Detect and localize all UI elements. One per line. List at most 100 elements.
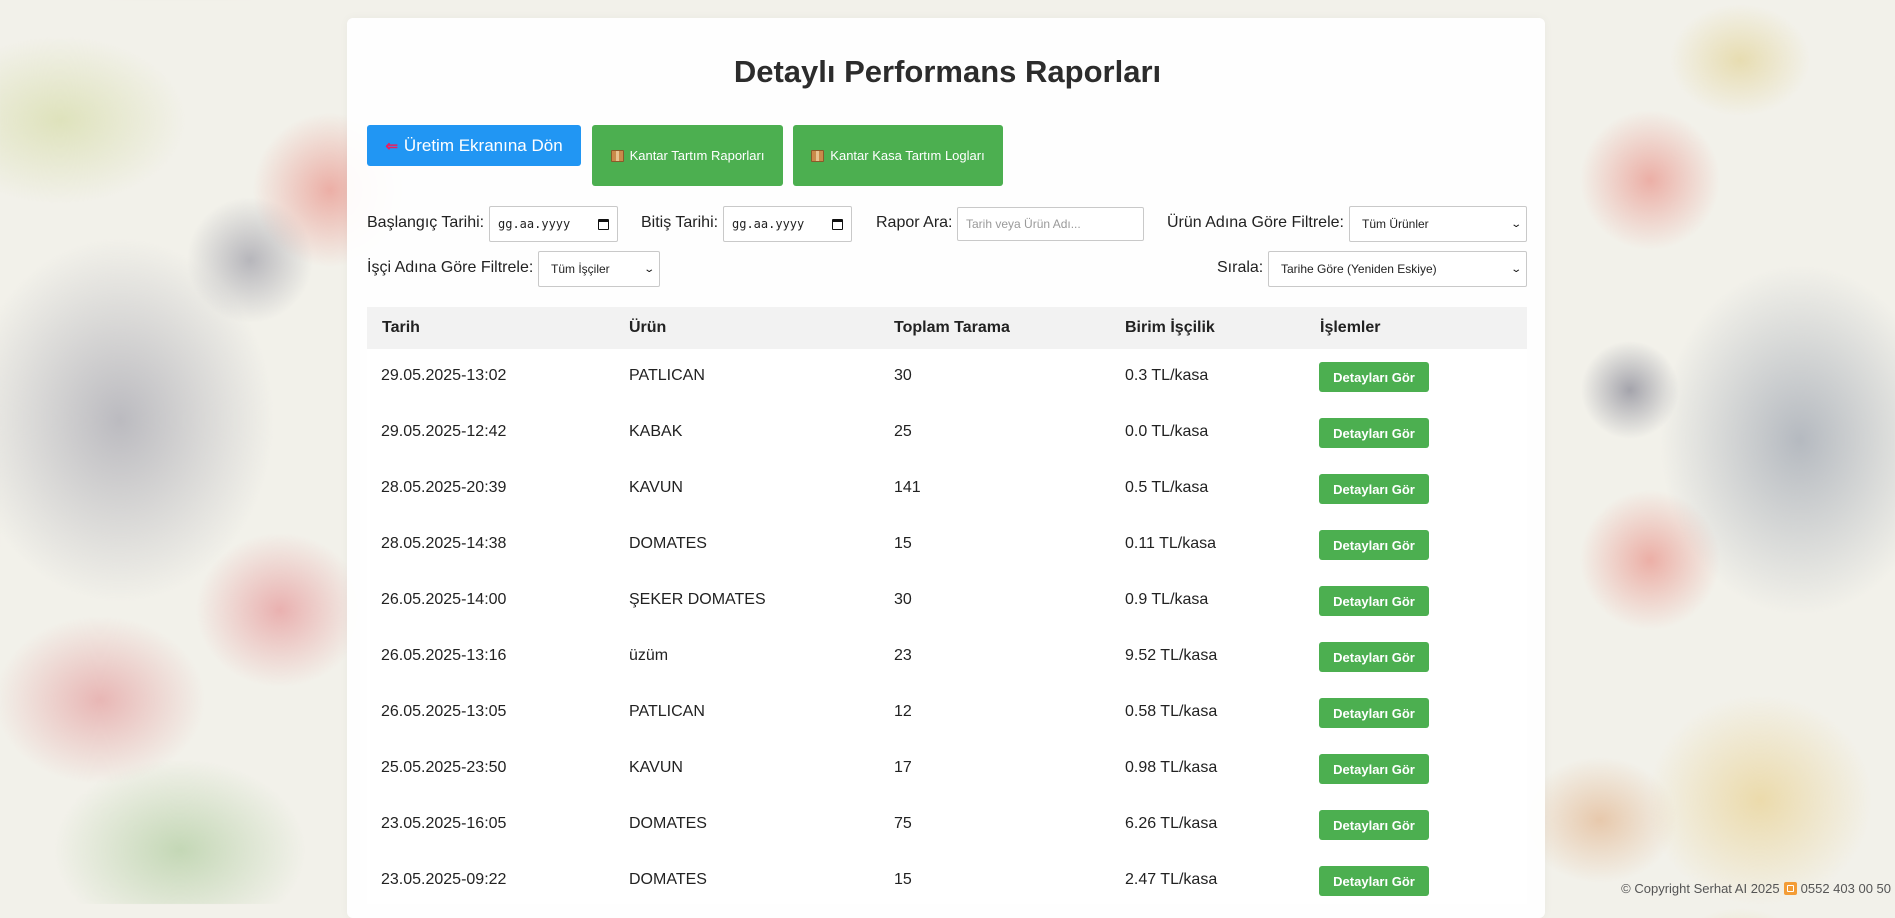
cell-date: 25.05.2025-23:50 xyxy=(381,759,507,776)
view-details-button[interactable]: Detayları Gör xyxy=(1319,642,1429,672)
view-details-button[interactable]: Detayları Gör xyxy=(1319,530,1429,560)
cell-labor: 0.5 TL/kasa xyxy=(1125,479,1209,496)
end-date-label: Bitiş Tarihi: xyxy=(641,214,719,231)
cell-labor: 2.47 TL/kasa xyxy=(1125,871,1218,888)
cell-product: KAVUN xyxy=(629,479,683,496)
table-row: 28.05.2025-20:39 KAVUN 141 0.5 TL/kasa D… xyxy=(367,461,1527,518)
cell-scans: 23 xyxy=(894,647,912,664)
arrow-left-icon: ⇐ xyxy=(385,137,398,155)
header-product: Ürün xyxy=(629,319,667,336)
cell-labor: 0.9 TL/kasa xyxy=(1125,591,1209,608)
back-to-production-label: Üretim Ekranına Dön xyxy=(403,135,563,155)
table-row: 26.05.2025-13:16 üzüm 23 9.52 TL/kasa De… xyxy=(367,629,1527,686)
cell-date: 23.05.2025-09:22 xyxy=(381,871,507,888)
cell-product: KABAK xyxy=(629,423,683,440)
crate-logs-button[interactable]: Kantar Kasa Tartım Logları xyxy=(793,125,1003,186)
cell-product: PATLICAN xyxy=(629,703,705,720)
cell-date: 26.05.2025-14:00 xyxy=(381,591,507,608)
table-row: 26.05.2025-14:00 ŞEKER DOMATES 30 0.9 TL… xyxy=(367,573,1527,630)
calendar-icon[interactable] xyxy=(598,218,609,230)
header-actions: İşlemler xyxy=(1320,319,1381,336)
header-total-scans: Toplam Tarama xyxy=(894,319,1010,336)
start-date-placeholder: gg.aa.yyyy xyxy=(498,217,571,231)
package-icon xyxy=(610,149,624,162)
view-details-button[interactable]: Detayları Gör xyxy=(1319,474,1429,504)
cell-product: ŞEKER DOMATES xyxy=(629,591,766,608)
cell-labor: 9.52 TL/kasa xyxy=(1125,647,1218,664)
cell-date: 29.05.2025-12:42 xyxy=(381,423,507,440)
table-header: Tarih Ürün Toplam Tarama Birim İşçilik İ… xyxy=(367,307,1527,350)
cell-labor: 0.11 TL/kasa xyxy=(1125,535,1217,552)
search-input[interactable]: Tarih veya Ürün Adı... xyxy=(957,207,1144,241)
worker-filter-label: İşçi Adına Göre Filtrele: xyxy=(367,259,534,276)
chevron-down-icon: ⌄ xyxy=(1509,263,1522,275)
scale-reports-label: Kantar Tartım Raporları xyxy=(629,148,765,163)
cell-product: KAVUN xyxy=(629,759,683,776)
product-filter-select[interactable]: Tüm Ürünler ⌄ xyxy=(1349,206,1527,242)
chevron-down-icon: ⌄ xyxy=(1509,218,1522,230)
table-row: 28.05.2025-14:38 DOMATES 15 0.11 TL/kasa… xyxy=(367,517,1527,574)
footer: © Copyright Serhat AI 2025 0552 403 00 5… xyxy=(1621,881,1891,896)
search-placeholder: Tarih veya Ürün Adı... xyxy=(966,217,1081,231)
table-row: 26.05.2025-13:05 PATLICAN 12 0.58 TL/kas… xyxy=(367,685,1527,742)
product-filter-label: Ürün Adına Göre Filtrele: xyxy=(1167,214,1344,231)
end-date-placeholder: gg.aa.yyyy xyxy=(732,217,805,231)
sort-label: Sırala: xyxy=(1217,259,1264,276)
phone-icon xyxy=(1783,882,1797,895)
cell-scans: 25 xyxy=(894,423,912,440)
worker-filter-value: Tüm İşçiler xyxy=(551,262,610,276)
cell-date: 23.05.2025-16:05 xyxy=(381,815,507,832)
cell-date: 29.05.2025-13:02 xyxy=(381,367,507,384)
cell-labor: 0.3 TL/kasa xyxy=(1125,367,1209,384)
table-row: 23.05.2025-09:22 DOMATES 15 2.47 TL/kasa… xyxy=(367,853,1527,904)
view-details-button[interactable]: Detayları Gör xyxy=(1319,866,1429,896)
cell-labor: 6.26 TL/kasa xyxy=(1125,815,1218,832)
cell-product: DOMATES xyxy=(629,815,707,832)
cell-scans: 30 xyxy=(894,591,912,608)
cell-product: DOMATES xyxy=(629,871,707,888)
page-title: Detaylı Performans Raporları xyxy=(733,54,1162,89)
scale-reports-button[interactable]: Kantar Tartım Raporları xyxy=(592,125,783,186)
cell-product: üzüm xyxy=(629,647,669,664)
view-details-button[interactable]: Detayları Gör xyxy=(1319,586,1429,616)
cell-date: 28.05.2025-14:38 xyxy=(381,535,507,552)
chevron-down-icon: ⌄ xyxy=(642,263,655,275)
table-row: 29.05.2025-12:42 KABAK 25 0.0 TL/kasa De… xyxy=(367,405,1527,462)
search-label: Rapor Ara: xyxy=(876,214,953,231)
view-details-button[interactable]: Detayları Gör xyxy=(1319,754,1429,784)
cell-scans: 141 xyxy=(894,479,921,496)
view-details-button[interactable]: Detayları Gör xyxy=(1319,698,1429,728)
cell-scans: 30 xyxy=(894,367,912,384)
cell-scans: 15 xyxy=(894,535,912,552)
cell-date: 26.05.2025-13:16 xyxy=(381,647,507,664)
phone-number: 0552 403 00 50 xyxy=(1800,881,1891,896)
cell-labor: 0.0 TL/kasa xyxy=(1125,423,1209,440)
view-details-button[interactable]: Detayları Gör xyxy=(1319,810,1429,840)
header-unit-labor: Birim İşçilik xyxy=(1125,319,1215,336)
package-icon xyxy=(811,149,825,162)
copyright-text: © Copyright Serhat AI 2025 xyxy=(1621,881,1780,896)
start-date-label: Başlangıç Tarihi: xyxy=(367,214,485,231)
table-row: 25.05.2025-23:50 KAVUN 17 0.98 TL/kasa D… xyxy=(367,741,1527,798)
view-details-button[interactable]: Detayları Gör xyxy=(1319,362,1429,392)
sort-value: Tarihe Göre (Yeniden Eskiye) xyxy=(1281,262,1437,276)
end-date-input[interactable]: gg.aa.yyyy xyxy=(723,206,852,242)
start-date-input[interactable]: gg.aa.yyyy xyxy=(489,206,618,242)
sort-select[interactable]: Tarihe Göre (Yeniden Eskiye) ⌄ xyxy=(1268,251,1527,287)
cell-date: 26.05.2025-13:05 xyxy=(381,703,507,720)
product-filter-value: Tüm Ürünler xyxy=(1362,217,1429,231)
view-details-button[interactable]: Detayları Gör xyxy=(1319,418,1429,448)
table-row: 29.05.2025-13:02 PATLICAN 30 0.3 TL/kasa… xyxy=(367,349,1527,406)
header-date: Tarih xyxy=(382,319,420,336)
cell-labor: 0.98 TL/kasa xyxy=(1125,759,1218,776)
worker-filter-select[interactable]: Tüm İşçiler ⌄ xyxy=(538,251,660,287)
cell-scans: 17 xyxy=(894,759,912,776)
cell-scans: 75 xyxy=(894,815,912,832)
cell-scans: 12 xyxy=(894,703,912,720)
back-to-production-button[interactable]: ⇐ Üretim Ekranına Dön xyxy=(367,125,581,166)
cell-labor: 0.58 TL/kasa xyxy=(1125,703,1218,720)
cell-date: 28.05.2025-20:39 xyxy=(381,479,507,496)
calendar-icon[interactable] xyxy=(832,218,843,230)
table-row: 23.05.2025-16:05 DOMATES 75 6.26 TL/kasa… xyxy=(367,797,1527,854)
cell-product: DOMATES xyxy=(629,535,707,552)
